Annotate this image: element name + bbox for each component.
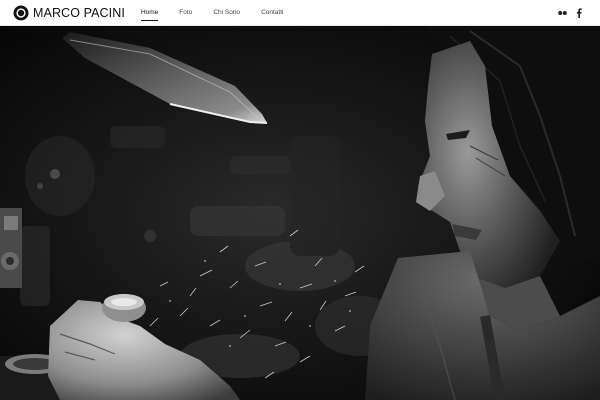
menu-item-home[interactable]: Home (140, 0, 159, 26)
facebook-icon[interactable] (576, 7, 582, 18)
menu-item-contatti[interactable]: Contatti (261, 0, 283, 26)
menu-item-foto[interactable]: Foto (179, 0, 192, 26)
menu-item-chi-sono[interactable]: Chi Sono (213, 0, 240, 26)
main-menu: Home Foto Chi Sono Contatti (140, 0, 305, 26)
top-navbar: MARCO PACINI Home Foto Chi Sono Contatti (0, 0, 600, 26)
menu-item-label: Contatti (261, 9, 284, 16)
logo-mark-icon (13, 5, 29, 20)
menu-item-label: Foto (179, 9, 193, 16)
site-logo[interactable]: MARCO PACINI (13, 5, 125, 21)
social-links (549, 7, 582, 18)
hero-image (0, 26, 600, 400)
flickr-icon[interactable] (558, 10, 567, 16)
site-brand-name: MARCO PACINI (33, 5, 125, 20)
menu-item-label: Chi Sono (213, 9, 241, 16)
hero-photo (0, 26, 600, 400)
menu-item-label: Home (140, 9, 159, 16)
